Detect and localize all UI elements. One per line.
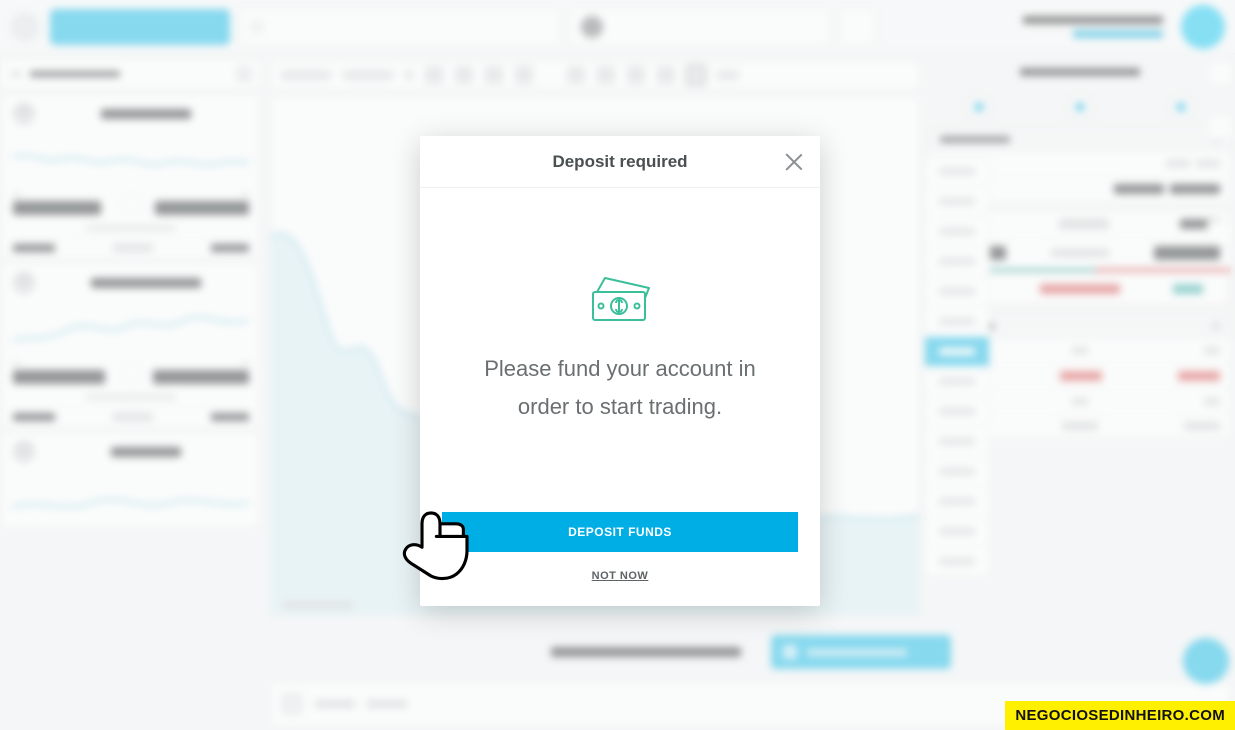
modal-message: Please fund your account in order to sta…	[458, 350, 782, 427]
modal-title: Deposit required	[552, 152, 687, 172]
modal-body: Please fund your account in order to sta…	[420, 188, 820, 512]
deposit-funds-button[interactable]: DEPOSIT FUNDS	[442, 512, 798, 552]
not-now-link[interactable]: NOT NOW	[442, 570, 798, 582]
money-icon	[587, 274, 653, 324]
close-icon[interactable]	[782, 150, 806, 174]
watermark: NEGOCIOSEDINHEIRO.COM	[1005, 701, 1235, 730]
modal-header: Deposit required	[420, 136, 820, 188]
cursor-hand-icon	[386, 504, 476, 594]
deposit-required-modal: Deposit required Please fund your accoun…	[420, 136, 820, 606]
